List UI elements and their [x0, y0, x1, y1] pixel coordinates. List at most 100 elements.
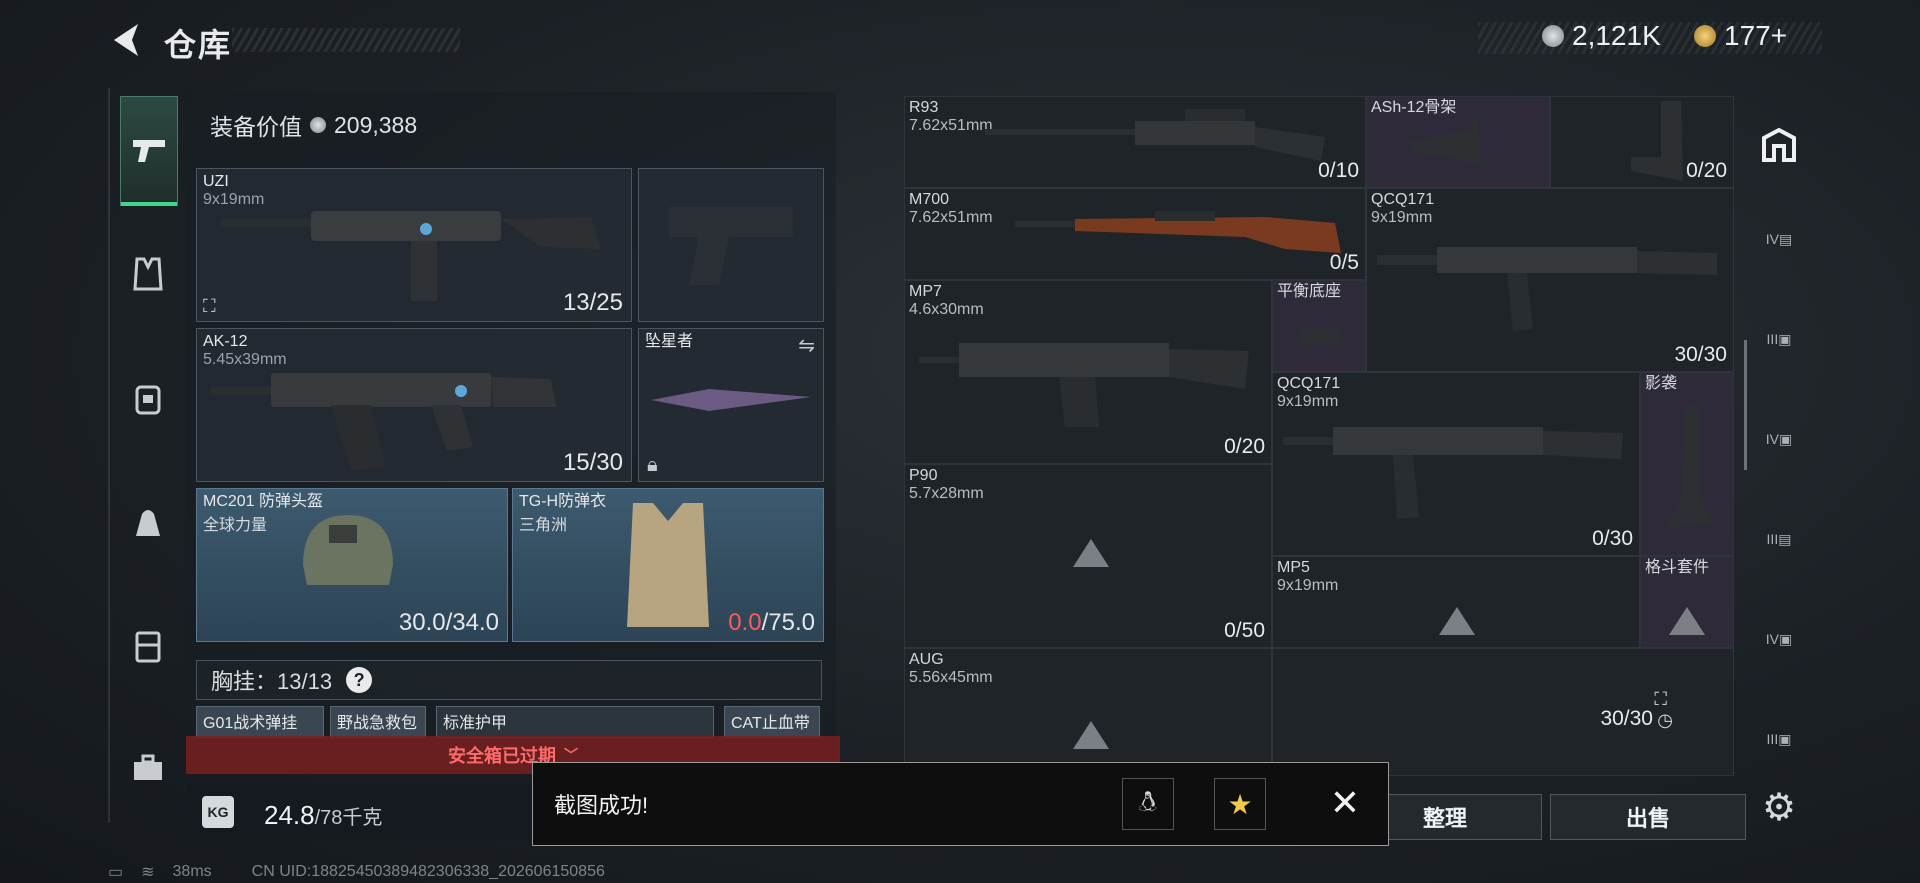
grid-item-m700[interactable]: M700 7.62x51mm 0/5	[904, 188, 1366, 280]
empty-slot-icon	[1669, 607, 1705, 635]
primary-weapon-slot[interactable]: UZI 9x19mm ⛶ 13/25	[196, 168, 632, 322]
chest-item-armor-plate[interactable]: 标准护甲	[436, 706, 714, 738]
item-caliber: 7.62x51mm	[909, 117, 993, 134]
armor-slot[interactable]: TG-H防弹衣 三角洲 0.0/75.0	[512, 488, 824, 642]
qcq171-image	[1283, 427, 1623, 519]
filter-tier4-b[interactable]: IV▣	[1754, 414, 1804, 464]
filter-tier4-a[interactable]: IV▤	[1754, 214, 1804, 264]
item-name: 平衡底座	[1277, 283, 1342, 300]
grid-item-melee-kit[interactable]: 格斗套件	[1640, 556, 1734, 648]
grid-item-mp7[interactable]: MP7 4.6x30mm 0/20	[904, 280, 1272, 464]
mount-image	[1299, 329, 1341, 345]
grid-item-aug-extra[interactable]: ⛶ 30/30 ◷	[1272, 648, 1734, 776]
ping-value: 38ms	[172, 863, 212, 880]
case-icon	[135, 631, 161, 663]
qq-share-icon[interactable]: 🐧︎	[1122, 778, 1174, 830]
item-name: MP7	[909, 283, 942, 300]
item-name: P90	[909, 467, 938, 484]
armor-faction: 三角洲	[519, 517, 568, 534]
grid-item-mp5[interactable]: MP5 9x19mm	[1272, 556, 1640, 648]
item-count: 0/20	[1224, 435, 1265, 458]
swap-icon[interactable]: ⇋	[798, 333, 815, 358]
chest-rig-label: 胸挂：13/13	[211, 669, 333, 694]
helmet-durability: 30.0/34.0	[398, 609, 499, 636]
star-share-icon[interactable]: ★	[1214, 778, 1266, 830]
grid-item-ash12-extra[interactable]: 0/20	[1550, 96, 1734, 188]
silver-amount: 2,121K	[1572, 20, 1661, 51]
stock-image	[1631, 101, 1683, 181]
weight-icon: KG	[202, 796, 234, 828]
stock-image	[1665, 405, 1715, 529]
empty-slot-icon	[1073, 539, 1109, 567]
secondary-weapon-slot[interactable]: AK-12 5.45x39mm 15/30	[196, 328, 632, 482]
item-name: 格斗套件	[1645, 559, 1710, 576]
ak12-image	[211, 373, 556, 471]
tier-iii-icon: III▤	[1766, 530, 1792, 547]
helmet-image	[303, 515, 393, 585]
item-count: 0/30	[1592, 527, 1633, 550]
grid-item-shadow-strike[interactable]: 影袭	[1640, 372, 1734, 556]
grid-item-balance-base[interactable]: 平衡底座	[1272, 280, 1366, 372]
ammo-count: 13/25	[562, 289, 623, 316]
filter-tier3-a[interactable]: III▣	[1754, 314, 1804, 364]
silver-coin-icon	[1542, 25, 1564, 47]
chest-item-tourniquet[interactable]: CAT止血带	[724, 706, 820, 738]
nav-backpack[interactable]	[120, 370, 176, 426]
battery-icon: ▭	[108, 864, 124, 881]
weapon-name: UZI	[203, 173, 229, 190]
item-name: MP5	[1277, 559, 1310, 576]
melee-name: 坠星者	[645, 333, 694, 350]
ammo-count: 15/30	[562, 449, 623, 476]
equipment-value: 装备价值 209,388	[210, 108, 417, 142]
filter-tier4-c[interactable]: IV▣	[1754, 614, 1804, 664]
item-caliber: 7.62x51mm	[909, 209, 993, 226]
nav-weapons[interactable]	[120, 96, 178, 206]
mp7-image	[919, 343, 1249, 427]
left-category-nav	[108, 88, 180, 823]
gold-currency[interactable]: 177+	[1694, 20, 1787, 52]
grid-item-qcq171[interactable]: QCQ171 9x19mm 30/30	[1366, 188, 1734, 372]
filter-all[interactable]	[1754, 120, 1804, 170]
item-count: 0/50	[1224, 619, 1265, 642]
item-count: 0/20	[1686, 159, 1727, 182]
right-filter-nav: IV▤ III▣ IV▣ III▤ IV▣ III▣ ⚙	[1746, 96, 1812, 846]
gear-icon[interactable]: ⚙	[1754, 782, 1804, 832]
help-icon[interactable]: ?	[346, 667, 373, 693]
item-caliber: 5.7x28mm	[909, 485, 984, 502]
title-decoration	[232, 28, 460, 52]
nav-vest[interactable]	[120, 246, 176, 302]
silver-currency[interactable]: 2,121K	[1542, 20, 1661, 52]
tier-iii-icon: III▣	[1766, 730, 1792, 747]
grid-item-ash12[interactable]: ASh-12骨架	[1366, 96, 1550, 188]
toast-message: 截图成功!	[554, 793, 649, 818]
grid-item-qcq171-2[interactable]: QCQ171 9x19mm 0/30	[1272, 372, 1640, 556]
grid-item-p90[interactable]: P90 5.7x28mm 0/50	[904, 464, 1272, 648]
equip-value-amount: 209,388	[334, 111, 418, 138]
empty-slot-icon	[1073, 721, 1109, 749]
stock-image	[1411, 115, 1481, 167]
gold-coin-icon	[1694, 25, 1716, 47]
nav-case[interactable]	[120, 618, 176, 674]
grid-item-r93[interactable]: R93 7.62x51mm 0/10	[904, 96, 1366, 188]
chest-item-rig[interactable]: G01战术弹挂	[196, 706, 324, 738]
helmet-slot[interactable]: MC201 防弹头盔 全球力量 30.0/34.0	[196, 488, 508, 642]
item-caliber: 9x19mm	[1371, 209, 1433, 226]
carry-weight: 24.8/78千克	[264, 800, 383, 830]
grid-item-aug[interactable]: AUG 5.56x45mm	[904, 648, 1272, 776]
nav-toolbox[interactable]	[120, 740, 176, 796]
melee-slot[interactable]: 坠星者 ⇋ 🔒︎	[638, 328, 824, 482]
armor-name: TG-H防弹衣	[519, 493, 607, 510]
chest-rig-row[interactable]: 胸挂：13/13 ?	[196, 660, 822, 700]
close-icon[interactable]: ✕	[1320, 778, 1370, 828]
no-mod-icon: ⛶	[203, 296, 216, 316]
pistol-slot-empty[interactable]	[638, 168, 824, 322]
filter-tier3-c[interactable]: III▣	[1754, 714, 1804, 764]
item-caliber: 9x19mm	[1277, 577, 1339, 594]
chest-item-firstaid[interactable]: 野战急救包	[330, 706, 426, 738]
tier-iv-icon: IV▣	[1765, 430, 1793, 447]
sell-button[interactable]: 出售	[1550, 794, 1746, 840]
nav-pouch[interactable]	[120, 494, 176, 550]
item-caliber: 5.56x45mm	[909, 669, 993, 686]
filter-tier3-b[interactable]: III▤	[1754, 514, 1804, 564]
back-arrow-icon[interactable]	[108, 20, 144, 60]
